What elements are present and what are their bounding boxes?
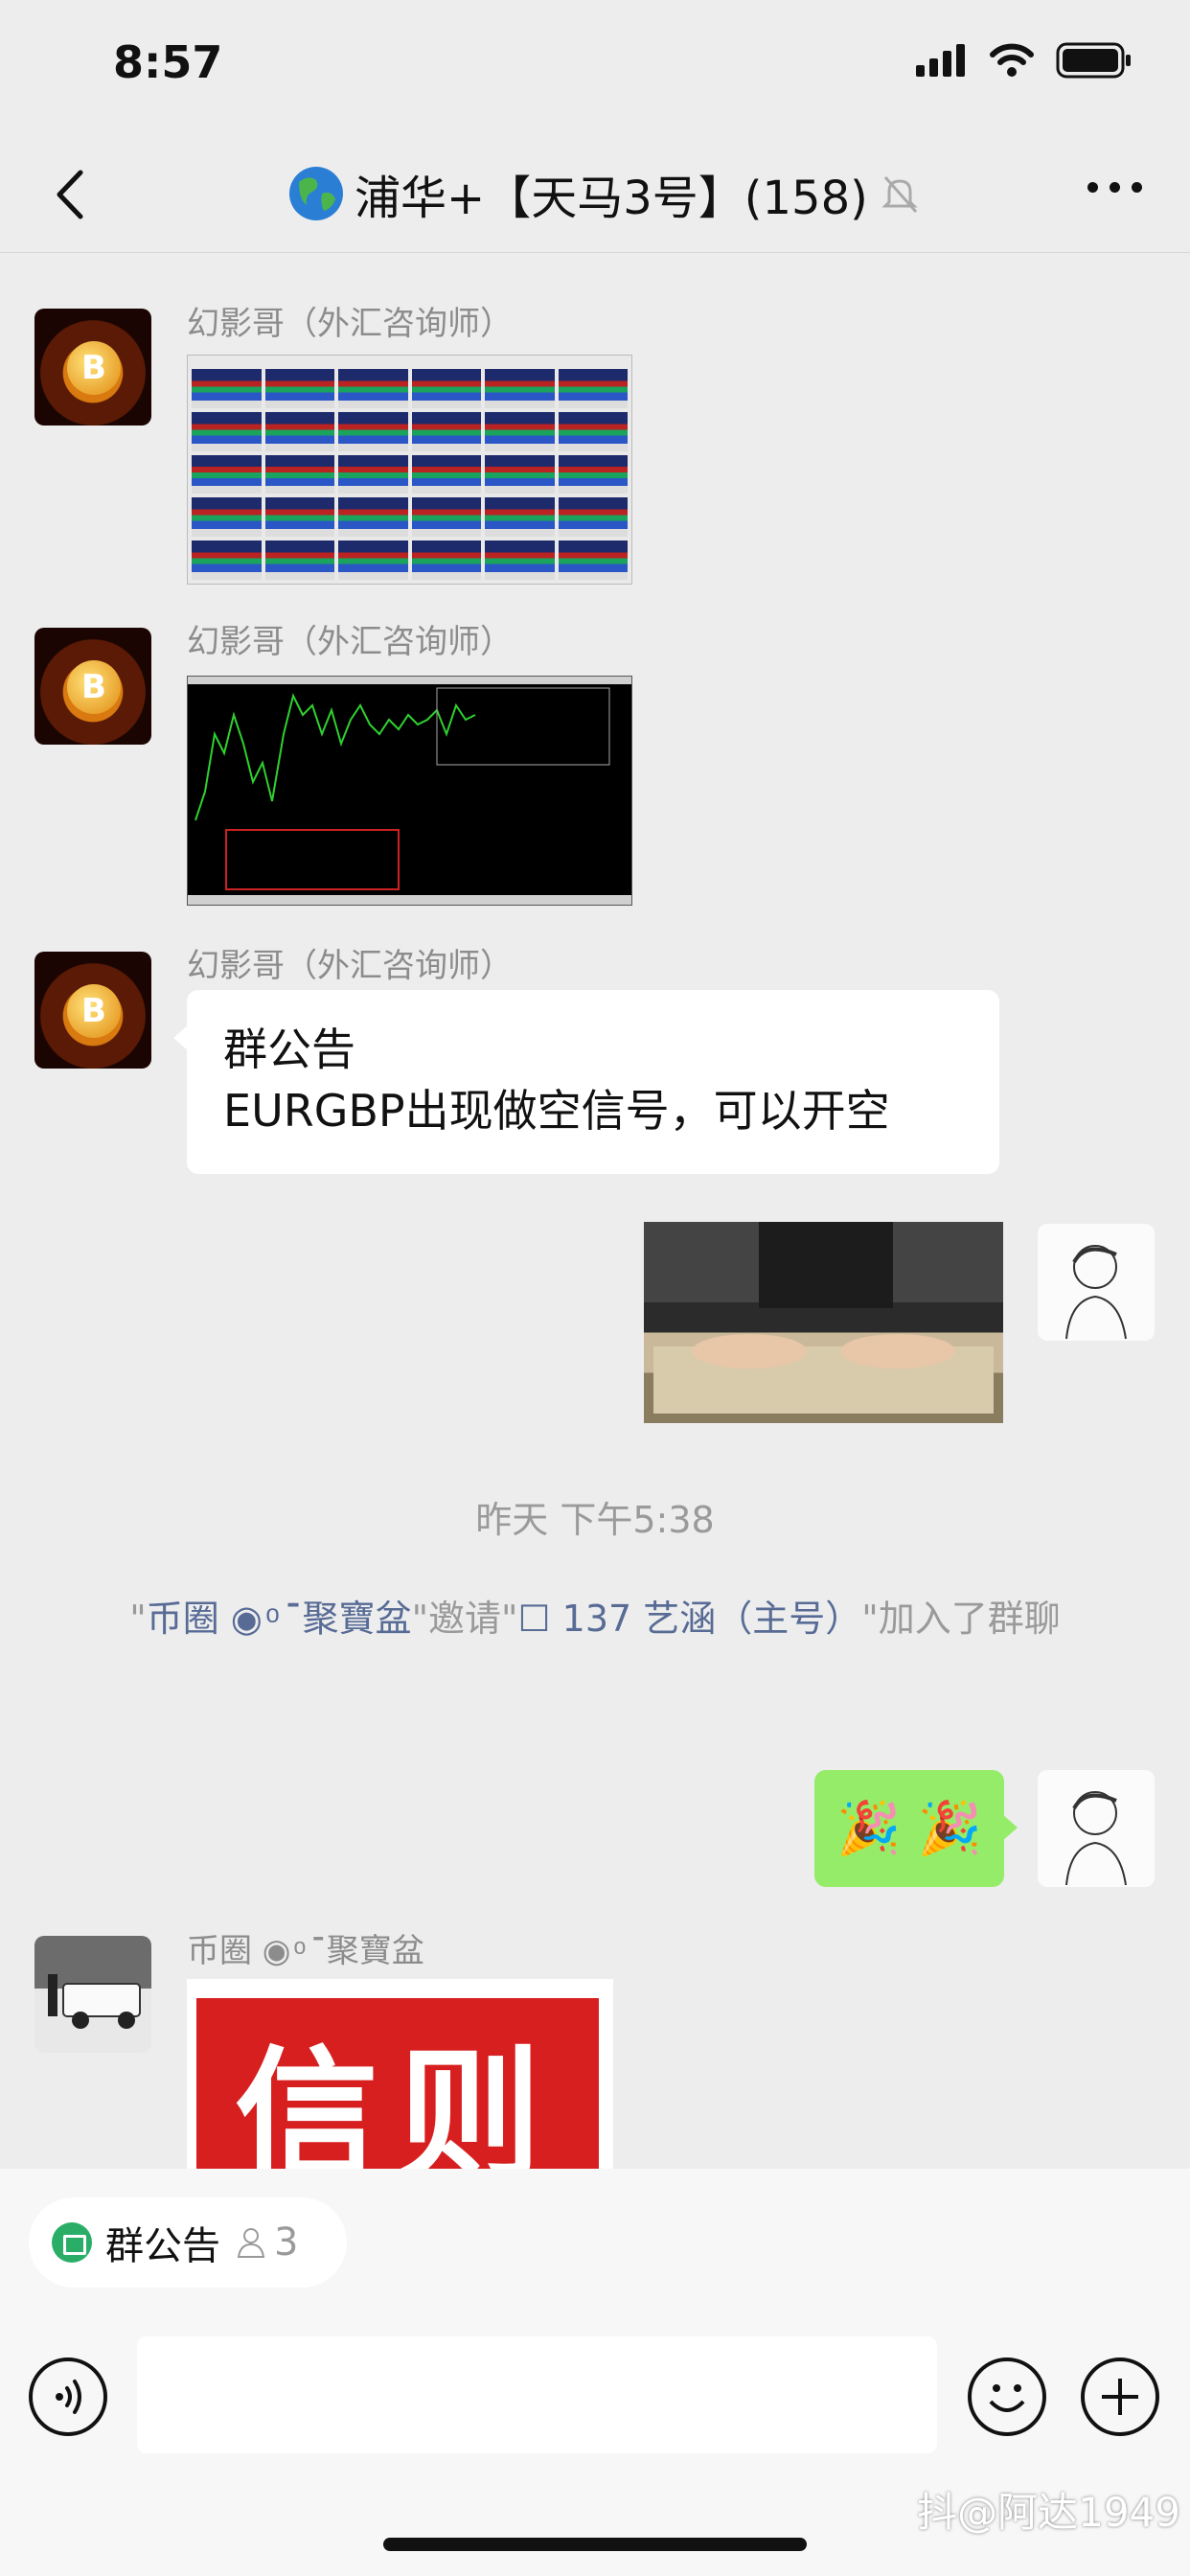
person-icon xyxy=(237,2228,265,2258)
voice-icon[interactable] xyxy=(29,2358,107,2436)
avatar[interactable] xyxy=(34,1936,151,2053)
sender-name: 幻影哥（外汇咨询师） xyxy=(187,623,513,661)
emoji-icon[interactable] xyxy=(968,2358,1046,2436)
sender-name: 幻影哥（外汇咨询师） xyxy=(187,305,513,343)
status-time: 8:57 xyxy=(113,36,223,88)
avatar[interactable]: B xyxy=(34,628,151,745)
system-message: "币圈 ◉ ͦ ˙̈聚寶盆"邀请"☐ 137 艺涵（主号）"加入了群聊 xyxy=(129,1598,1061,1640)
home-indicator[interactable] xyxy=(383,2538,807,2551)
invitee-link[interactable]: ☐ 137 艺涵（主号） xyxy=(518,1598,862,1640)
group-notice-chip[interactable]: 群公告 3 xyxy=(29,2197,347,2288)
battery-icon xyxy=(1056,42,1131,79)
image-message-money[interactable] xyxy=(644,1222,1003,1423)
input-row xyxy=(0,2336,1190,2471)
image-message-seal[interactable]: 信则 xyxy=(187,1979,613,2169)
notice-read-count: 3 xyxy=(234,2220,298,2265)
seal-text: 信则 xyxy=(196,1998,599,2169)
nav-bar: 浦华+【天马3号】(158) xyxy=(0,134,1190,253)
signal-icon xyxy=(916,44,965,77)
inviter-link[interactable]: 币圈 ◉ ͦ ˙̈聚寶盆 xyxy=(147,1598,412,1640)
avatar[interactable]: B xyxy=(34,952,151,1069)
notice-label: 群公告 xyxy=(105,2224,220,2268)
image-message-dashboard[interactable] xyxy=(187,355,632,585)
bell-off-icon xyxy=(881,176,918,213)
notice-icon xyxy=(52,2222,92,2263)
avatar[interactable]: B xyxy=(34,309,151,426)
timestamp: 昨天 下午5:38 xyxy=(475,1499,715,1541)
sender-name: 币圈 ◉ ͦ ˙̈聚寶盆 xyxy=(187,1932,424,1970)
chat-list[interactable]: B 幻影哥（外汇咨询师） B 幻影哥（外汇咨询师） B 幻影哥（外汇咨询师） 群… xyxy=(0,254,1190,2169)
my-avatar[interactable] xyxy=(1038,1224,1155,1341)
chat-title-text: 浦华+【天马3号】(158) xyxy=(355,172,868,225)
my-avatar[interactable] xyxy=(1038,1770,1155,1887)
watermark: 抖@阿达1949 xyxy=(917,2489,1180,2536)
image-message-chart[interactable] xyxy=(187,676,632,906)
message-input[interactable] xyxy=(137,2336,937,2453)
emoji-bubble[interactable]: 🎉 🎉 xyxy=(814,1770,1018,1887)
announcement-text: EURGBP出现做空信号，可以开空 xyxy=(223,1085,890,1137)
wifi-icon xyxy=(990,43,1034,77)
back-icon[interactable] xyxy=(42,161,100,228)
status-icons xyxy=(914,42,1133,79)
announcement-heading: 群公告 xyxy=(223,1024,355,1075)
bottom-panel: 群公告 3 抖@阿达1949 xyxy=(0,2169,1190,2576)
plus-icon[interactable] xyxy=(1081,2358,1159,2436)
emoji-text: 🎉 🎉 xyxy=(836,1798,982,1858)
sender-name: 幻影哥（外汇咨询师） xyxy=(187,947,513,985)
announcement-bubble[interactable]: 群公告 EURGBP出现做空信号，可以开空 xyxy=(173,990,999,1174)
chat-title: 浦华+【天马3号】(158) xyxy=(287,157,922,230)
more-icon[interactable] xyxy=(1087,182,1142,193)
globe-icon xyxy=(289,167,343,220)
status-bar: 8:57 xyxy=(0,0,1190,134)
